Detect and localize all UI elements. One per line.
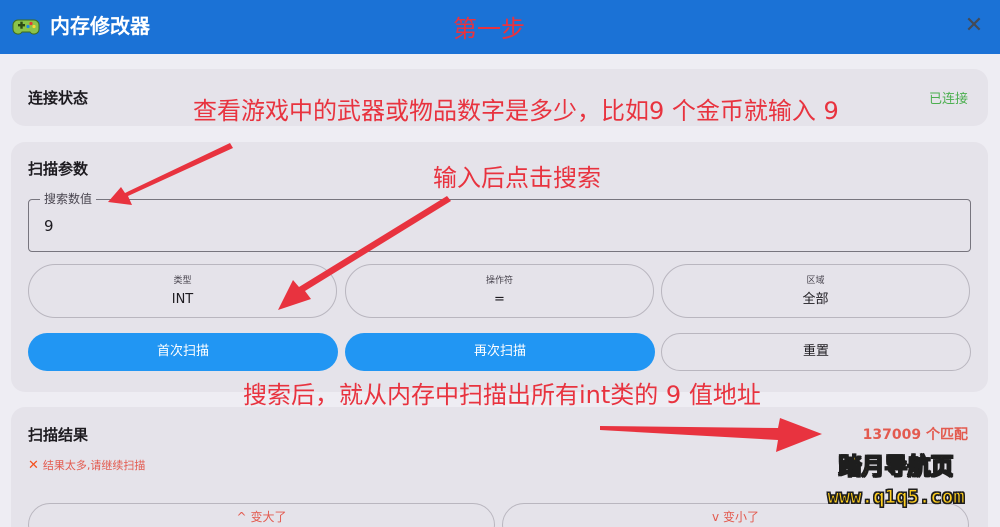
decreased-label: 变小了 xyxy=(722,510,759,524)
first-scan-button[interactable]: 首次扫描 xyxy=(28,333,338,371)
operator-select[interactable]: 操作符 = xyxy=(345,264,654,318)
search-value-label: 搜索数值 xyxy=(40,191,97,207)
watermark-url: www.q1q5.com xyxy=(827,486,965,509)
region-select-label: 区域 xyxy=(806,276,825,286)
search-value-input[interactable] xyxy=(44,217,944,235)
region-select[interactable]: 区域 全部 xyxy=(661,264,970,318)
close-icon[interactable]: ✕ xyxy=(960,12,988,40)
chevron-up-icon: ^ xyxy=(236,510,247,524)
annotation-step: 第一步 xyxy=(453,15,525,43)
region-select-value: 全部 xyxy=(802,292,829,307)
gamepad-icon xyxy=(12,19,40,35)
warning-x-icon: ✕ xyxy=(28,458,39,473)
operator-select-label: 操作符 xyxy=(485,276,513,286)
reset-button[interactable]: 重置 xyxy=(661,333,971,371)
annotation-click-search: 输入后点击搜索 xyxy=(433,164,601,192)
scan-params-title: 扫描参数 xyxy=(28,160,89,178)
type-select-label: 类型 xyxy=(173,276,192,286)
watermark-name: 踏月导航页 xyxy=(838,454,954,481)
operator-select-value: = xyxy=(494,292,505,307)
watermark: 踏月导航页 www.q1q5.com xyxy=(806,452,986,512)
connection-title: 连接状态 xyxy=(28,89,89,107)
scan-results-title: 扫描结果 xyxy=(28,426,89,444)
type-select-value: INT xyxy=(171,292,194,307)
warning-text: 结果太多,请继续扫描 xyxy=(42,459,146,472)
annotation-after-search: 搜索后，就从内存中扫描出所有int类的 9 值地址 xyxy=(243,381,761,409)
connection-status: 已连接 xyxy=(928,92,968,107)
type-select[interactable]: 类型 INT xyxy=(28,264,337,318)
match-count: 137009 个匹配 xyxy=(862,427,968,443)
search-value-field[interactable]: 搜索数值 xyxy=(28,191,971,252)
annotation-check-value: 查看游戏中的武器或物品数字是多少，比如9 个金币就输入 9 xyxy=(193,97,839,125)
warning-message: ✕ 结果太多,请继续扫描 xyxy=(28,457,145,473)
app-title: 内存修改器 xyxy=(50,14,150,38)
increased-label: 变大了 xyxy=(250,510,287,524)
next-scan-button[interactable]: 再次扫描 xyxy=(345,333,655,371)
increased-button[interactable]: ^ 变大了 xyxy=(28,503,495,527)
chevron-down-icon: v xyxy=(712,510,720,524)
